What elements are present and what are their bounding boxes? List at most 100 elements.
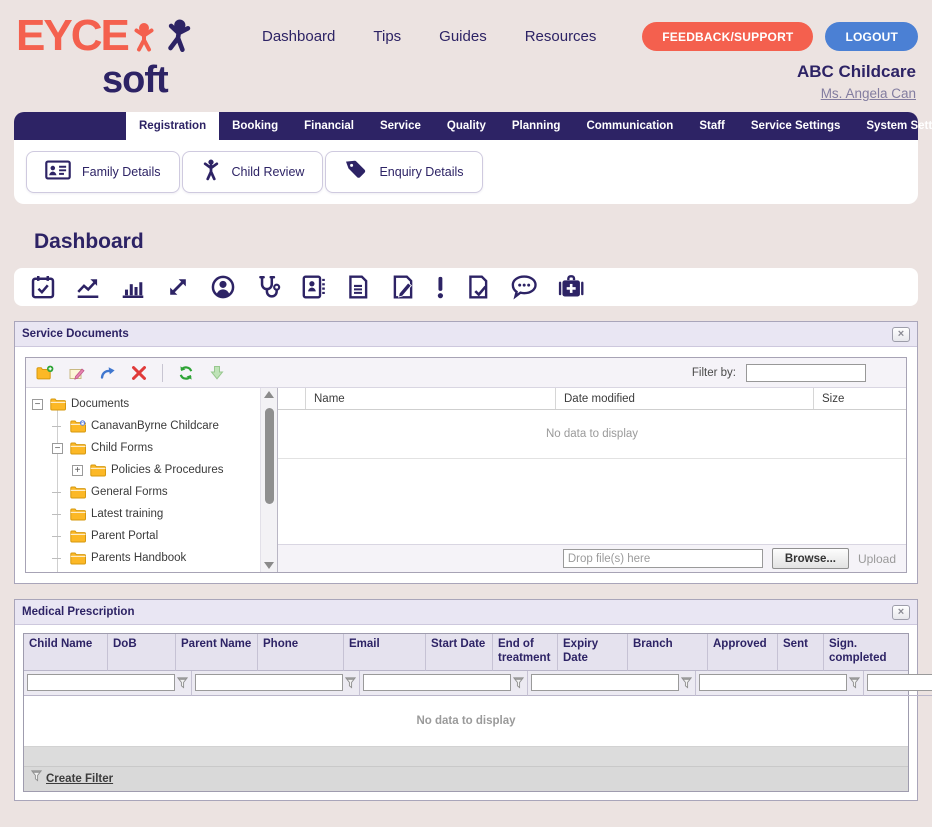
module-tab-communication[interactable]: Communication <box>573 112 686 140</box>
mp-column-phone[interactable]: Phone <box>258 634 344 671</box>
tree-node-child-forms[interactable]: −Child Forms <box>26 437 260 459</box>
tree-node-canavanbyrne-childcare[interactable]: CanavanByrne Childcare <box>26 415 260 437</box>
tree-node-label: Documents <box>71 398 129 410</box>
tree-node-parent-portal[interactable]: Parent Portal <box>26 525 260 547</box>
folder-icon <box>70 552 86 565</box>
stethoscope-icon[interactable] <box>255 274 281 300</box>
tree-node-label: Parents Handbook <box>91 552 186 564</box>
document-edit-icon[interactable] <box>390 274 416 300</box>
file-column-date-modified[interactable]: Date modified <box>556 388 814 409</box>
module-tab-system-settings[interactable]: System Settings <box>853 112 932 140</box>
module-tab-financial[interactable]: Financial <box>291 112 367 140</box>
mp-filter-input-parent-name[interactable] <box>363 674 511 691</box>
logout-button[interactable]: LOGOUT <box>825 22 918 51</box>
nav-link-guides[interactable]: Guides <box>439 28 487 45</box>
child-icon <box>201 159 221 186</box>
folder-icon <box>70 508 86 521</box>
collapse-icon[interactable]: − <box>52 443 63 454</box>
expand-icon[interactable]: + <box>72 465 83 476</box>
upload-button[interactable]: Upload <box>858 552 896 566</box>
mp-filter-input-start-date[interactable] <box>867 674 932 691</box>
module-tab-registration[interactable]: Registration <box>126 112 219 140</box>
file-manager-toolbar: Filter by: <box>26 358 906 388</box>
browse-button[interactable]: Browse... <box>772 548 849 569</box>
scroll-down-icon[interactable] <box>264 562 274 569</box>
mp-column-end-of-treatment[interactable]: End of treatment <box>493 634 558 671</box>
funnel-icon[interactable] <box>681 677 692 689</box>
module-tab-staff[interactable]: Staff <box>686 112 738 140</box>
close-icon[interactable]: × <box>892 327 910 342</box>
scrollbar-thumb[interactable] <box>265 408 274 504</box>
first-aid-kit-icon[interactable] <box>557 274 585 300</box>
module-tab-planning[interactable]: Planning <box>499 112 574 140</box>
nav-link-tips[interactable]: Tips <box>373 28 401 45</box>
refresh-icon[interactable] <box>178 365 194 381</box>
user-circle-icon[interactable] <box>210 274 236 300</box>
document-check-icon[interactable] <box>465 274 491 300</box>
funnel-icon[interactable] <box>849 677 860 689</box>
funnel-icon[interactable] <box>513 677 524 689</box>
mp-column-parent-name[interactable]: Parent Name <box>176 634 258 671</box>
undo-icon[interactable] <box>100 365 116 381</box>
expand-arrows-icon[interactable] <box>165 274 191 300</box>
module-tab-service-settings[interactable]: Service Settings <box>738 112 853 140</box>
mp-filter-cell-email <box>696 671 864 696</box>
mp-column-approved[interactable]: Approved <box>708 634 778 671</box>
medical-prescription-panel-header: Medical Prescription × <box>15 600 917 625</box>
user-name-link[interactable]: Ms. Angela Can <box>821 86 916 101</box>
mp-column-email[interactable]: Email <box>344 634 426 671</box>
shortcut-child-review[interactable]: Child Review <box>182 151 324 193</box>
filter-by-input[interactable] <box>746 364 866 382</box>
download-icon[interactable] <box>209 365 225 381</box>
new-folder-icon[interactable] <box>36 365 54 381</box>
mp-column-sent[interactable]: Sent <box>778 634 824 671</box>
tree-node-label: Policies & Procedures <box>111 464 224 476</box>
close-icon[interactable]: × <box>892 605 910 620</box>
module-tab-booking[interactable]: Booking <box>219 112 291 140</box>
file-column-size[interactable]: Size <box>814 388 906 409</box>
exclamation-icon[interactable] <box>435 274 446 300</box>
nav-link-dashboard[interactable]: Dashboard <box>262 28 335 45</box>
tree-node-documents[interactable]: − Documents <box>26 393 260 415</box>
mp-column-dob[interactable]: DoB <box>108 634 176 671</box>
bar-chart-icon[interactable] <box>120 274 146 300</box>
collapse-icon[interactable]: − <box>32 399 43 410</box>
mp-column-child-name[interactable]: Child Name <box>24 634 108 671</box>
tree-node-general-forms[interactable]: General Forms <box>26 481 260 503</box>
mp-column-branch[interactable]: Branch <box>628 634 708 671</box>
file-column-name[interactable]: Name <box>306 388 556 409</box>
tree-node-policies-procedures[interactable]: Policies & Procedures <box>26 569 260 572</box>
shortcut-enquiry-details[interactable]: Enquiry Details <box>325 151 482 193</box>
rename-icon[interactable] <box>69 365 85 381</box>
mp-column-start-date[interactable]: Start Date <box>426 634 493 671</box>
calendar-check-icon[interactable] <box>30 274 56 300</box>
mp-filter-input-dob[interactable] <box>195 674 343 691</box>
mp-column-expiry-date[interactable]: Expiry Date <box>558 634 628 671</box>
funnel-icon[interactable] <box>345 677 356 689</box>
tree-node-parents-handbook[interactable]: Parents Handbook <box>26 547 260 569</box>
mp-column-sign-completed[interactable]: Sign. completed <box>824 634 908 671</box>
trend-chart-icon[interactable] <box>75 274 101 300</box>
tree-node-label: General Forms <box>91 486 168 498</box>
nav-link-resources[interactable]: Resources <box>525 28 597 45</box>
toolbar-divider <box>162 364 163 382</box>
mp-filter-input-child-name[interactable] <box>27 674 175 691</box>
shortcut-family-details[interactable]: Family Details <box>26 151 180 193</box>
feedback-support-button[interactable]: FEEDBACK/SUPPORT <box>642 22 813 51</box>
tree-node-policies-procedures[interactable]: + Policies & Procedures <box>26 459 260 481</box>
module-tab-quality[interactable]: Quality <box>434 112 499 140</box>
chat-bubble-icon[interactable] <box>510 274 538 300</box>
tree-node-latest-training[interactable]: Latest training <box>26 503 260 525</box>
mp-filter-input-email[interactable] <box>699 674 847 691</box>
module-tab-service[interactable]: Service <box>367 112 434 140</box>
delete-icon[interactable] <box>131 365 147 381</box>
tree-connector <box>52 492 61 493</box>
mp-filter-input-phone[interactable] <box>531 674 679 691</box>
create-filter-link[interactable]: Create Filter <box>46 773 113 785</box>
funnel-icon[interactable] <box>177 677 188 689</box>
drop-files-input[interactable] <box>563 549 763 568</box>
document-icon[interactable] <box>345 274 371 300</box>
contact-card-icon[interactable] <box>300 274 326 300</box>
grid-header-row: Child NameDoBParent NamePhoneEmailStart … <box>24 634 908 671</box>
scroll-up-icon[interactable] <box>264 391 274 398</box>
